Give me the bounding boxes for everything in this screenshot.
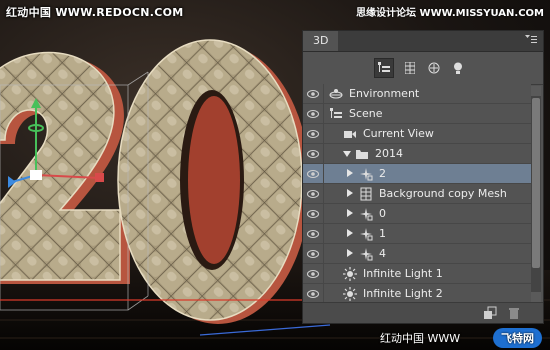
scroll-down-icon[interactable] — [531, 292, 541, 302]
camera-icon — [343, 127, 357, 141]
layer-row[interactable]: 0 — [303, 204, 531, 224]
layer-row[interactable]: Scene — [303, 104, 531, 124]
watermark-bottom: 红动中国 WWW — [380, 332, 461, 345]
expand-arrow-icon[interactable] — [347, 169, 353, 177]
delete-icon[interactable] — [507, 306, 521, 320]
panel-footer — [303, 302, 543, 323]
visibility-eye-icon[interactable] — [303, 184, 324, 203]
3d-layer-list: Environment Scene Current View 2014 2 Backgro… — [303, 84, 531, 304]
layer-row[interactable]: Background copy Mesh — [303, 184, 531, 204]
folder-icon — [355, 147, 369, 161]
expand-arrow-icon[interactable] — [347, 209, 353, 217]
visibility-eye-icon[interactable] — [303, 84, 324, 103]
filter-materials-icon[interactable] — [424, 58, 444, 78]
mesh-star-icon — [359, 227, 373, 241]
visibility-eye-icon[interactable] — [303, 284, 324, 303]
layer-label: 2014 — [375, 147, 403, 160]
layer-row[interactable]: 4 — [303, 244, 531, 264]
filter-meshes-icon[interactable] — [400, 58, 420, 78]
expand-arrow-icon[interactable] — [347, 229, 353, 237]
visibility-eye-icon[interactable] — [303, 144, 324, 163]
mesh-star-icon — [359, 207, 373, 221]
layer-label: 0 — [379, 207, 386, 220]
layer-label: 1 — [379, 227, 386, 240]
layer-label: Background copy Mesh — [379, 187, 507, 200]
numeral-0-mesh — [117, 39, 310, 324]
visibility-eye-icon[interactable] — [303, 164, 324, 183]
watermark-logo: 飞特网 — [493, 328, 542, 348]
light-icon — [343, 267, 357, 281]
3d-panel: 3D Environment Scene Current View 2014 2 Back… — [302, 30, 544, 324]
scene-icon — [329, 107, 343, 121]
expand-arrow-icon[interactable] — [347, 189, 353, 197]
tab-3d[interactable]: 3D — [303, 31, 339, 51]
layer-label: Current View — [363, 127, 434, 140]
layer-label: Infinite Light 1 — [363, 267, 443, 280]
panel-tab-bar: 3D — [303, 31, 543, 52]
layer-label: Scene — [349, 107, 383, 120]
visibility-eye-icon[interactable] — [303, 104, 324, 123]
layer-row[interactable]: Environment — [303, 84, 531, 104]
layer-row[interactable]: 2014 — [303, 144, 531, 164]
layer-row[interactable]: Infinite Light 1 — [303, 264, 531, 284]
new-object-icon[interactable] — [483, 306, 497, 320]
visibility-eye-icon[interactable] — [303, 244, 324, 263]
layer-label: Environment — [349, 87, 420, 100]
scroll-thumb[interactable] — [532, 98, 540, 268]
environment-icon — [329, 87, 343, 101]
visibility-eye-icon[interactable] — [303, 224, 324, 243]
filter-whole-scene-icon[interactable] — [374, 58, 394, 78]
watermark-top-right: 思缘设计论坛 WWW.MISSYUAN.COM — [356, 8, 544, 19]
layer-list-scrollbar[interactable] — [531, 86, 541, 302]
panel-filter-toolbar — [303, 52, 543, 85]
layer-label: Infinite Light 2 — [363, 287, 443, 300]
numeral-2-mesh — [0, 51, 130, 284]
watermark-top-left: 红动中国 WWW.REDOCN.COM — [6, 6, 184, 19]
visibility-eye-icon[interactable] — [303, 124, 324, 143]
visibility-eye-icon[interactable] — [303, 204, 324, 223]
panel-menu-icon[interactable] — [525, 35, 537, 47]
layer-row[interactable]: 2 — [303, 164, 531, 184]
layer-label: 2 — [379, 167, 386, 180]
filter-lights-icon[interactable] — [448, 58, 468, 78]
mesh-star-icon — [359, 167, 373, 181]
layer-row[interactable]: 1 — [303, 224, 531, 244]
layer-label: 4 — [379, 247, 386, 260]
collapse-arrow-icon[interactable] — [343, 151, 351, 157]
expand-arrow-icon[interactable] — [347, 249, 353, 257]
layer-row[interactable]: Infinite Light 2 — [303, 284, 531, 304]
mesh-grid-icon — [359, 187, 373, 201]
visibility-eye-icon[interactable] — [303, 264, 324, 283]
light-icon — [343, 287, 357, 301]
scroll-up-icon[interactable] — [531, 86, 541, 96]
mesh-star-icon — [359, 247, 373, 261]
layer-row[interactable]: Current View — [303, 124, 531, 144]
